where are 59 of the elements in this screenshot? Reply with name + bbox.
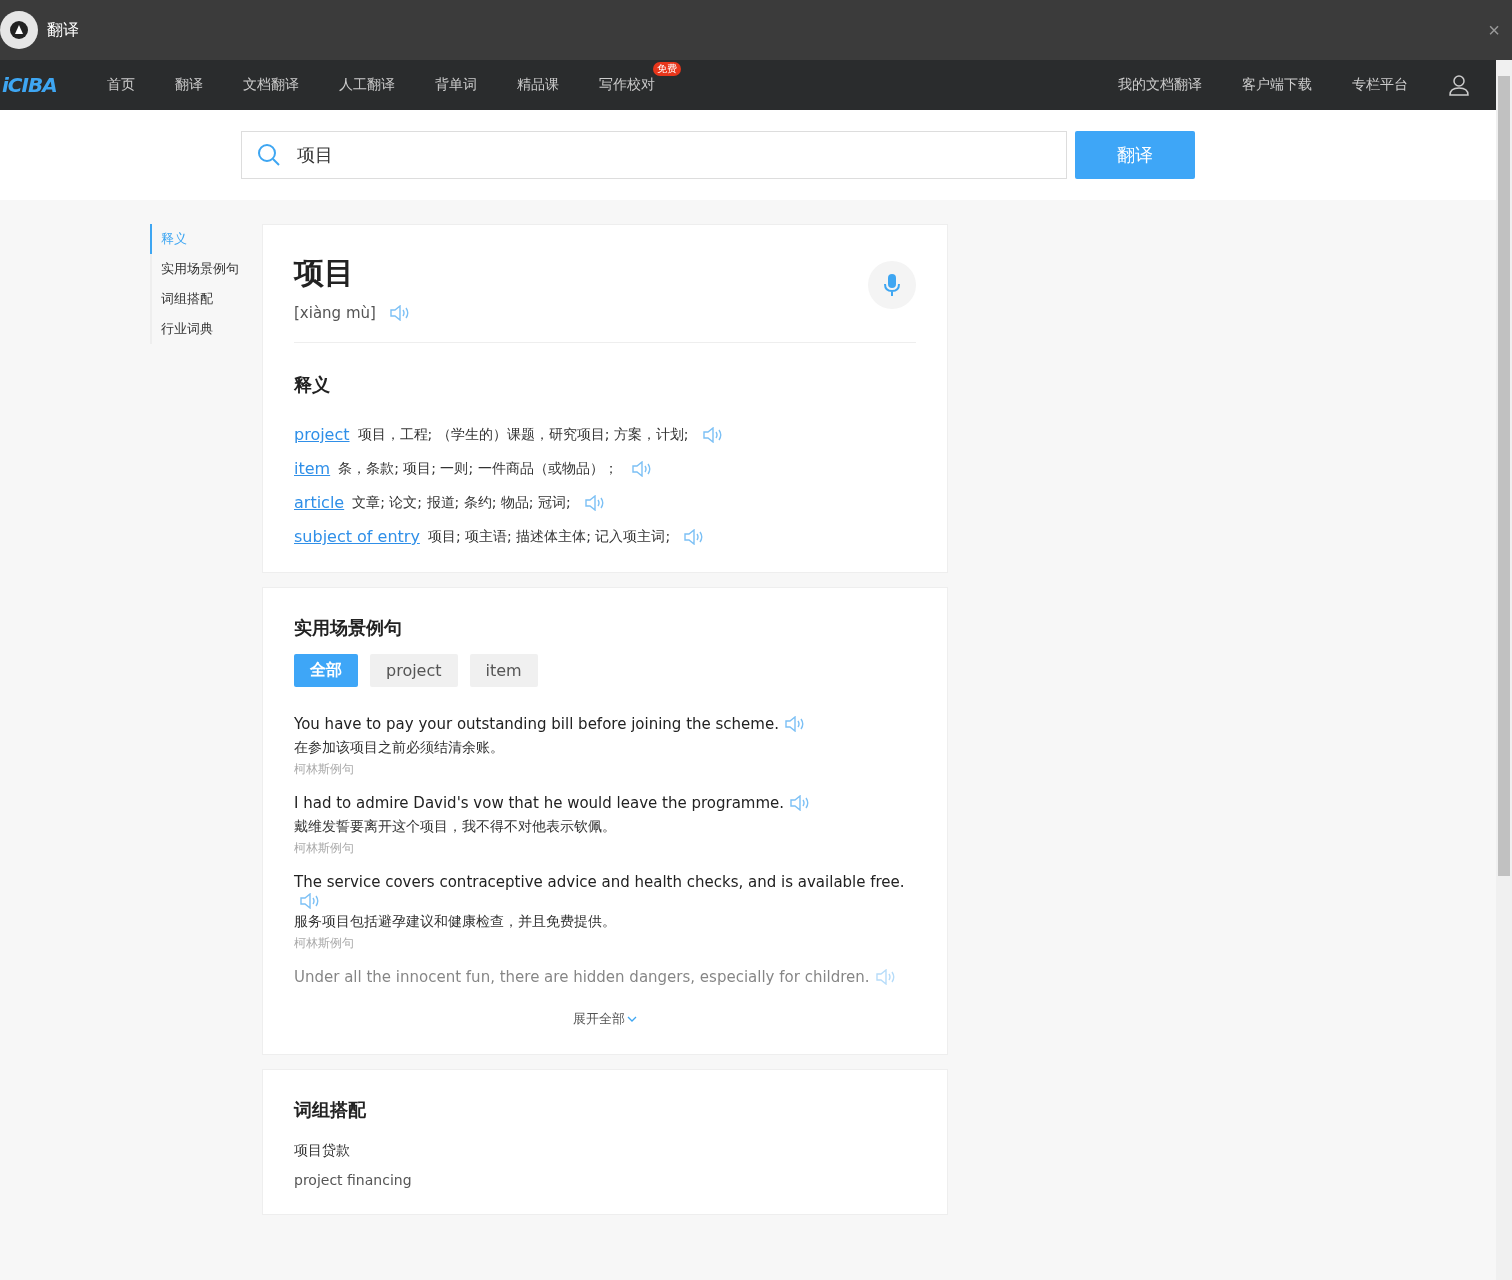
nav-link[interactable]: 人工翻译: [338, 76, 395, 94]
example-sentence: The service covers contraceptive advice and health checks, and is available free.: [294, 872, 905, 893]
sidebar-item[interactable]: 词组搭配: [150, 284, 246, 314]
definition-text: 文章; 论文; 报道; 条约; 物品; 冠词;: [352, 493, 571, 512]
section-title: 释义: [294, 373, 331, 397]
headword: 项目: [294, 254, 355, 292]
close-button[interactable]: ×: [1488, 18, 1500, 42]
nav-link[interactable]: 翻译: [174, 76, 203, 94]
definition-text: 项目; 项主语; 描述体主体; 记入项主词;: [427, 527, 671, 546]
speaker-icon[interactable]: [702, 426, 723, 443]
definition-text: 条，条款; 项目; 一则; 一件商品（或物品）；: [338, 459, 618, 478]
logo[interactable]: iCIBA: [2, 73, 57, 97]
nav-link[interactable]: 背单词: [434, 76, 477, 94]
speaker-icon[interactable]: [684, 528, 705, 545]
example-source: 柯林斯例句: [294, 761, 355, 778]
microphone-button[interactable]: [868, 261, 916, 309]
section-title: 实用场景例句: [294, 616, 403, 640]
example-sentence: I had to admire David's vow that he would leave the programme.: [294, 793, 785, 814]
badge: 免费: [652, 62, 681, 76]
search-icon: [257, 143, 281, 167]
section-title: 词组搭配: [294, 1098, 367, 1122]
speaker-icon[interactable]: [584, 494, 605, 511]
pinyin: [xiàng mù]: [294, 304, 376, 322]
definition-text: 项目，工程; （学生的）课题，研究项目; 方案，计划;: [357, 425, 689, 444]
speaker-icon[interactable]: [631, 460, 652, 477]
expand-all-link[interactable]: 展开全部: [573, 1010, 637, 1028]
nav-link[interactable]: 写作校对: [598, 76, 655, 94]
speaker-icon[interactable]: [784, 716, 805, 732]
example-translation: 在参加该项目之前必须结清余账。: [294, 739, 505, 757]
chevron-down-icon: [627, 1016, 637, 1022]
microphone-icon: [883, 273, 901, 297]
user-icon[interactable]: [1448, 74, 1470, 96]
filter-tab[interactable]: project: [370, 654, 458, 687]
window-title: 翻译: [47, 19, 80, 41]
example-source: 柯林斯例句: [294, 935, 355, 952]
search-field[interactable]: 项目: [241, 131, 1067, 179]
speaker-icon[interactable]: [875, 969, 896, 985]
example-sentence: You have to pay your outstanding bill before joining the scheme.: [294, 714, 779, 735]
speaker-icon[interactable]: [300, 893, 320, 909]
nav-link[interactable]: 首页: [106, 76, 135, 94]
nav-link[interactable]: 我的文档翻译: [1118, 76, 1202, 94]
example-translation: 服务项目包括避孕建议和健康检查，并且免费提供。: [294, 913, 617, 931]
nav-link[interactable]: 文档翻译: [242, 76, 299, 94]
scrollbar-thumb[interactable]: [1498, 76, 1510, 876]
nav-link[interactable]: 精品课: [516, 76, 559, 94]
phrase-translation: project financing: [294, 1172, 413, 1188]
scrollbar[interactable]: [1496, 60, 1512, 1280]
speaker-icon[interactable]: [389, 305, 410, 321]
sidebar-item[interactable]: 实用场景例句: [150, 254, 246, 284]
speaker-icon[interactable]: [790, 795, 811, 811]
example-sentence: Under all the innocent fun, there are hidden dangers, especially for children.: [294, 967, 870, 988]
nav-link[interactable]: 客户端下载: [1242, 76, 1312, 94]
phrase-text: 项目贷款: [294, 1142, 351, 1160]
filter-tab[interactable]: item: [469, 654, 538, 687]
app-logo-icon: [0, 11, 38, 49]
example-translation: 戴维发誓要离开这个项目，我不得不对他表示钦佩。: [294, 818, 617, 836]
nav-link[interactable]: 专栏平台: [1352, 76, 1408, 94]
sidebar-item[interactable]: 行业词典: [150, 314, 246, 344]
example-source: 柯林斯例句: [294, 840, 355, 857]
